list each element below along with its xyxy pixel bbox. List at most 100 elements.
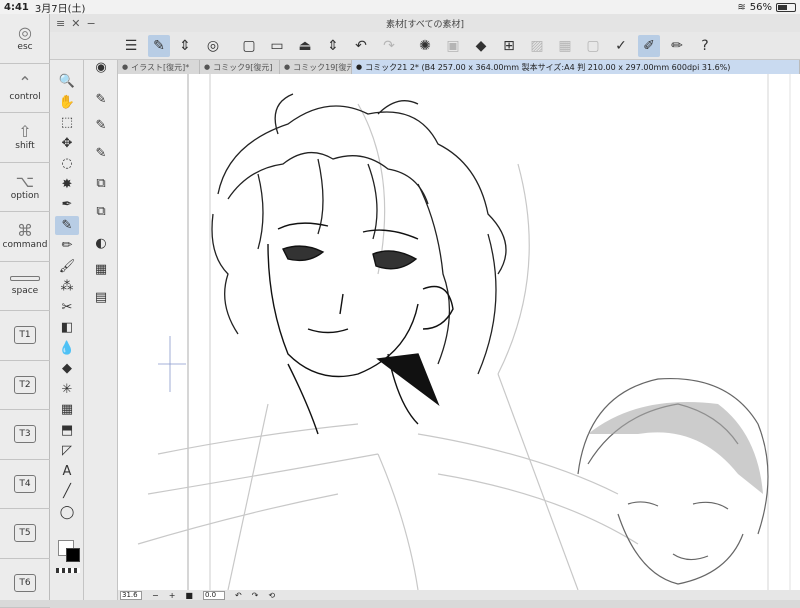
pen-icon[interactable]: ✎: [55, 216, 79, 235]
artwork: [118, 74, 800, 590]
object-select-icon[interactable]: ⬚: [55, 113, 79, 132]
transparent-color-swatch[interactable]: [56, 568, 80, 573]
shift-arrow-icon: ⇧: [18, 123, 31, 141]
sub-color-swatch[interactable]: [66, 548, 80, 562]
modifier-key-t6[interactable]: T6: [0, 559, 50, 608]
airbrush-icon[interactable]: ⁂: [55, 277, 79, 296]
zoom-in-icon[interactable]: +: [169, 591, 176, 600]
decoration-icon[interactable]: ✂: [55, 298, 79, 317]
zoom-field[interactable]: 31.6: [120, 591, 142, 600]
hand-icon[interactable]: ✋: [55, 93, 79, 112]
material-icon[interactable]: ▦: [89, 260, 113, 279]
select-tone-icon[interactable]: ▦: [554, 35, 576, 57]
modifier-key-control[interactable]: ⌃control: [0, 64, 50, 114]
tab-label: コミック21 2* (B4 257.00 x 364.00mm 製本サイズ:A4…: [365, 62, 730, 73]
modifier-key-panel: ◎esc⌃control⇧shift⌥option⌘commandspaceT1…: [0, 14, 50, 600]
new-file-icon[interactable]: ▢: [238, 35, 260, 57]
tab-illust[interactable]: ● イラスト[復元]*: [118, 60, 200, 74]
brush-size-icon[interactable]: ✎: [89, 116, 113, 135]
tab-dot-icon: ●: [122, 63, 128, 71]
canvas-bottom-bar: 31.6 − + ■ 0.0 ↶ ↷ ⟲: [118, 590, 800, 600]
blend-icon[interactable]: 💧: [55, 339, 79, 358]
stepper-icon[interactable]: ⇕: [174, 35, 196, 57]
reset-rotation-icon[interactable]: ⟲: [268, 591, 275, 600]
layers-icon[interactable]: ⧉: [89, 202, 113, 221]
tab-label: イラスト[復元]*: [131, 62, 189, 73]
figure-icon[interactable]: ⬒: [55, 421, 79, 440]
fit-icon[interactable]: ■: [185, 591, 193, 600]
battery-icon: [776, 3, 796, 12]
fill-icon[interactable]: ◆: [55, 359, 79, 378]
sparkle-icon[interactable]: ✳: [55, 380, 79, 399]
window-titlebar: ≡ ✕ − 素材[すべての素材]: [50, 14, 800, 32]
modifier-key-space[interactable]: space: [0, 262, 50, 312]
ruler-icon[interactable]: ╱: [55, 482, 79, 501]
property-icon[interactable]: ✎: [89, 90, 113, 109]
eyedropper-icon[interactable]: ✒: [55, 195, 79, 214]
brush-active-icon[interactable]: ✐: [638, 35, 660, 57]
modifier-key-t3[interactable]: T3: [0, 410, 50, 460]
pen-line-icon[interactable]: ✏: [666, 35, 688, 57]
tab-dot-icon: ●: [204, 63, 210, 71]
eraser-icon[interactable]: ◧: [55, 318, 79, 337]
pencil-icon[interactable]: ✏: [55, 236, 79, 255]
rotation-field[interactable]: 0.0: [203, 591, 225, 600]
frame-icon[interactable]: ◸: [55, 441, 79, 460]
help-icon[interactable]: ?: [694, 35, 716, 57]
move-icon[interactable]: ✥: [55, 134, 79, 153]
redo-icon[interactable]: ↷: [378, 35, 400, 57]
drawing-canvas[interactable]: [118, 74, 800, 590]
text-icon[interactable]: A: [55, 462, 79, 481]
command-key-icon: ⌘: [17, 222, 33, 240]
fill-bucket-icon[interactable]: ◆: [470, 35, 492, 57]
tab-comic21[interactable]: ● コミック21 2* (B4 257.00 x 364.00mm 製本サイズ:…: [352, 60, 800, 74]
layer-property-icon[interactable]: ⧉: [89, 174, 113, 193]
rotate-right-icon[interactable]: ↷: [252, 591, 259, 600]
modifier-key-shift[interactable]: ⇧shift: [0, 113, 50, 163]
status-right: ≋ 56%: [737, 2, 796, 13]
modifier-key-t2[interactable]: T2: [0, 361, 50, 411]
modifier-key-t5[interactable]: T5: [0, 509, 50, 559]
gradient-icon[interactable]: ▦: [55, 400, 79, 419]
battery-label: 56%: [750, 2, 772, 13]
spacebar-icon: [10, 276, 40, 281]
spiral-icon[interactable]: ◎: [202, 35, 224, 57]
modifier-key-t4[interactable]: T4: [0, 460, 50, 510]
stepper-2-icon[interactable]: ⇕: [322, 35, 344, 57]
modifier-key-label: command: [3, 240, 48, 250]
save-icon[interactable]: ⏏: [294, 35, 316, 57]
zoom-out-icon[interactable]: −: [152, 591, 159, 600]
modifier-key-label: T2: [14, 376, 36, 394]
loading-icon[interactable]: ✺: [414, 35, 436, 57]
tab-comic9[interactable]: ● コミック9[復元]: [200, 60, 280, 74]
pen-check-icon[interactable]: ✓: [610, 35, 632, 57]
brush-icon[interactable]: 🖌: [55, 257, 79, 276]
clear-selection-icon[interactable]: ▨: [526, 35, 548, 57]
navigator-icon[interactable]: ◉: [89, 58, 113, 77]
transform-icon[interactable]: ⊞: [498, 35, 520, 57]
undo-icon[interactable]: ↶: [350, 35, 372, 57]
rotate-left-icon[interactable]: ↶: [235, 591, 242, 600]
auto-select-icon[interactable]: ✸: [55, 175, 79, 194]
wifi-icon: ≋: [737, 2, 745, 13]
balloon-icon[interactable]: ◯: [55, 503, 79, 522]
modifier-key-esc[interactable]: ◎esc: [0, 14, 50, 64]
layer-copy-icon[interactable]: ▣: [442, 35, 464, 57]
edit-canvas-icon[interactable]: ✎: [148, 35, 170, 57]
modifier-key-label: option: [11, 191, 39, 201]
modifier-key-label: shift: [15, 141, 34, 151]
color-circle-icon[interactable]: ✎: [89, 144, 113, 163]
crop-icon[interactable]: ▢: [582, 35, 604, 57]
modifier-key-label: T4: [14, 475, 36, 493]
color-wheel-icon[interactable]: ◐: [89, 234, 113, 253]
tab-comic19[interactable]: ● コミック19[復元]: [280, 60, 352, 74]
modifier-key-t1[interactable]: T1: [0, 311, 50, 361]
menu-icon[interactable]: ☰: [120, 35, 142, 57]
open-folder-icon[interactable]: ▭: [266, 35, 288, 57]
modifier-key-command[interactable]: ⌘command: [0, 212, 50, 262]
zoom-icon[interactable]: 🔍: [55, 72, 79, 91]
modifier-key-label: T1: [14, 326, 36, 344]
modifier-key-option[interactable]: ⌥option: [0, 163, 50, 213]
filmstrip-icon[interactable]: ▤: [89, 288, 113, 307]
lasso-icon[interactable]: ◌: [55, 154, 79, 173]
